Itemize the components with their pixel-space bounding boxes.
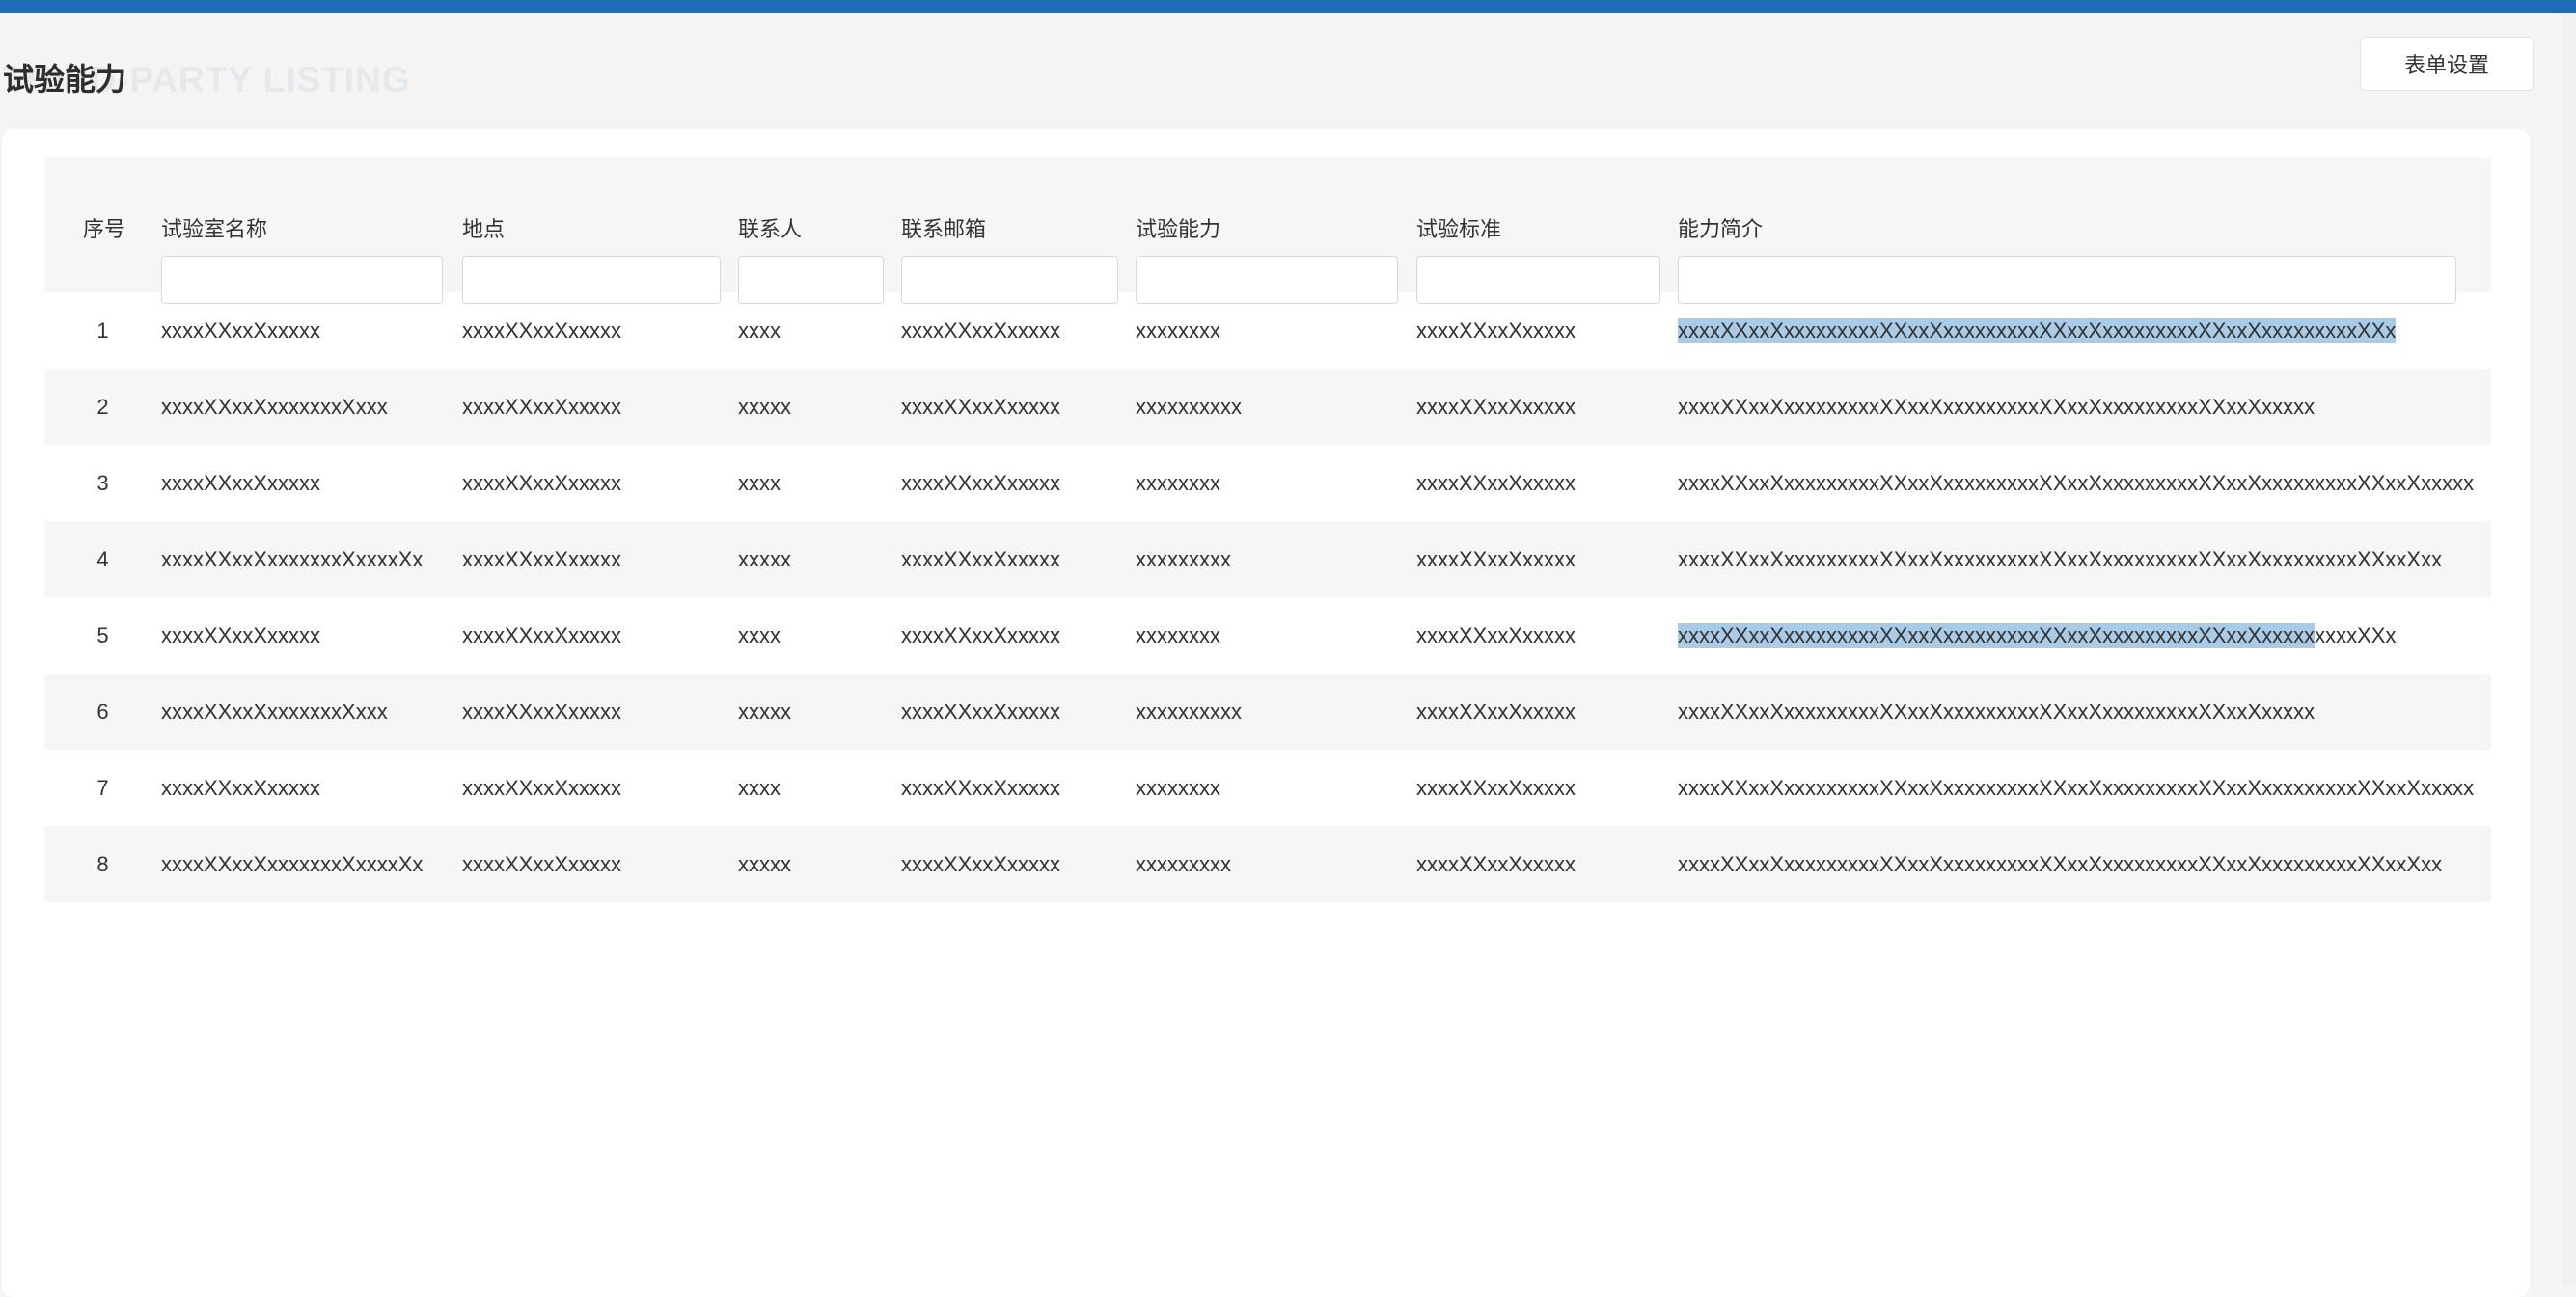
cell-intro: xxxxXXxxXxxxxxxxxxXXxxXxxxxxxxxxXXxxXxxx… bbox=[1678, 597, 2479, 674]
vertical-scrollbar[interactable] bbox=[2562, 13, 2576, 1284]
cell-capability: xxxxxxxx bbox=[1136, 776, 1220, 800]
cell-intro: xxxxXXxxXxxxxxxxxxXXxxXxxxxxxxxxXXxxXxxx… bbox=[1678, 521, 2479, 597]
cell-capability: xxxxxxxxx bbox=[1136, 547, 1231, 571]
lab-capability-table: 序号 试验室名称 地点 联系人 联系邮箱 试验能力 试验标准 能力简介 1 xxx… bbox=[44, 158, 2491, 902]
cell-contact: xxxx bbox=[738, 318, 781, 343]
header-contact: 联系人 bbox=[738, 217, 803, 241]
cell-email: xxxxXXxxXxxxxx bbox=[901, 395, 1061, 419]
cell-location: xxxxXXxxXxxxxx bbox=[462, 700, 622, 724]
cell-location: xxxxXXxxXxxxxx bbox=[462, 318, 622, 343]
cell-intro: xxxxXXxxXxxxxxxxxxXXxxXxxxxxxxxxXXxxXxxx… bbox=[1678, 369, 2479, 445]
cell-email: xxxxXXxxXxxxxx bbox=[901, 623, 1061, 648]
header-lab-name: 试验室名称 bbox=[161, 217, 268, 241]
table-card: 序号 试验室名称 地点 联系人 联系邮箱 试验能力 试验标准 能力简介 1 xxx… bbox=[2, 129, 2530, 1297]
cell-index: 7 bbox=[96, 776, 109, 800]
table-row[interactable]: 4 xxxxXXxxXxxxxxxxXxxxxXx xxxxXXxxXxxxxx xx… bbox=[44, 521, 2491, 597]
cell-standard: xxxxXXxxXxxxxx bbox=[1416, 395, 1576, 419]
cell-lab-name: xxxxXXxxXxxxxx bbox=[161, 776, 321, 800]
cell-location: xxxxXXxxXxxxxx bbox=[462, 776, 622, 800]
header-intro: 能力简介 bbox=[1678, 217, 1764, 241]
intro-selected-text: xxxxXXxxXxxxxxxxxxXXxxXxxxxxxxxxXXxxXxxx… bbox=[1678, 623, 2316, 648]
cell-intro: xxxxXXxxXxxxxxxxxxXXxxXxxxxxxxxxXXxxXxxx… bbox=[1678, 292, 2479, 369]
cell-location: xxxxXXxxXxxxxx bbox=[462, 395, 622, 419]
intro-text: xxxxXXxxXxxxxxxxxxXXxxXxxxxxxxxxXXxxXxxx… bbox=[1678, 395, 2316, 419]
cell-index: 5 bbox=[96, 623, 109, 648]
cell-location: xxxxXXxxXxxxxx bbox=[462, 547, 622, 571]
cell-lab-name: xxxxXXxxXxxxxx bbox=[161, 318, 321, 343]
cell-standard: xxxxXXxxXxxxxx bbox=[1416, 623, 1576, 648]
cell-contact: xxxx bbox=[738, 776, 781, 800]
cell-standard: xxxxXXxxXxxxxx bbox=[1416, 318, 1576, 343]
cell-standard: xxxxXXxxXxxxxx bbox=[1416, 852, 1576, 876]
cell-location: xxxxXXxxXxxxxx bbox=[462, 623, 622, 648]
cell-standard: xxxxXXxxXxxxxx bbox=[1416, 471, 1576, 495]
cell-standard: xxxxXXxxXxxxxx bbox=[1416, 547, 1576, 571]
cell-standard: xxxxXXxxXxxxxx bbox=[1416, 776, 1576, 800]
cell-contact: xxxxx bbox=[738, 852, 791, 876]
intro-text: xxxxXXxxXxxxxxxxxxXXxxXxxxxxxxxxXXxxXxxx… bbox=[1678, 852, 2443, 876]
cell-lab-name: xxxxXXxxXxxxxxxxXxxx bbox=[161, 395, 388, 419]
cell-lab-name: xxxxXXxxXxxxxx bbox=[161, 471, 321, 495]
cell-standard: xxxxXXxxXxxxxx bbox=[1416, 700, 1576, 724]
intro-text: xxxxXXx bbox=[2315, 623, 2397, 648]
table-row[interactable]: 2 xxxxXXxxXxxxxxxxXxxx xxxxXXxxXxxxxx xxxxx… bbox=[44, 369, 2491, 445]
table-row[interactable]: 7 xxxxXXxxXxxxxx xxxxXXxxXxxxxx xxxx xxxxXXx… bbox=[44, 750, 2491, 826]
cell-index: 1 bbox=[96, 318, 109, 343]
cell-index: 4 bbox=[96, 547, 109, 571]
cell-intro: xxxxXXxxXxxxxxxxxxXXxxXxxxxxxxxxXXxxXxxx… bbox=[1678, 674, 2479, 750]
header-location: 地点 bbox=[462, 217, 506, 241]
cell-contact: xxxx bbox=[738, 471, 781, 495]
cell-contact: xxxxx bbox=[738, 547, 791, 571]
intro-selected-text: xxxxXXxxXxxxxxxxxxXXxxXxxxxxxxxxXXxxXxxx… bbox=[1678, 318, 2397, 343]
cell-location: xxxxXXxxXxxxxx bbox=[462, 852, 622, 876]
cell-email: xxxxXXxxXxxxxx bbox=[901, 471, 1061, 495]
cell-capability: xxxxxxxxx bbox=[1136, 852, 1231, 876]
cell-email: xxxxXXxxXxxxxx bbox=[901, 776, 1061, 800]
cell-lab-name: xxxxXXxxXxxxxxxxXxxx bbox=[161, 700, 388, 724]
cell-index: 6 bbox=[96, 700, 109, 724]
cell-email: xxxxXXxxXxxxxx bbox=[901, 547, 1061, 571]
intro-text: xxxxXXxxXxxxxxxxxxXXxxXxxxxxxxxxXXxxXxxx… bbox=[1678, 776, 2475, 800]
cell-index: 3 bbox=[96, 471, 109, 495]
cell-lab-name: xxxxXXxxXxxxxxxxXxxxxXx bbox=[161, 852, 424, 876]
cell-email: xxxxXXxxXxxxxx bbox=[901, 852, 1061, 876]
table-row[interactable]: 8 xxxxXXxxXxxxxxxxXxxxxXx xxxxXXxxXxxxxx xx… bbox=[44, 826, 2491, 902]
cell-location: xxxxXXxxXxxxxx bbox=[462, 471, 622, 495]
cell-capability: xxxxxxxx bbox=[1136, 318, 1220, 343]
cell-capability: xxxxxxxx bbox=[1136, 471, 1220, 495]
table-row[interactable]: 6 xxxxXXxxXxxxxxxxXxxx xxxxXXxxXxxxxx xxxxx… bbox=[44, 674, 2491, 750]
cell-lab-name: xxxxXXxxXxxxxxxxXxxxxXx bbox=[161, 547, 424, 571]
intro-text: xxxxXXxxXxxxxxxxxxXXxxXxxxxxxxxxXXxxXxxx… bbox=[1678, 547, 2443, 571]
header-capability: 试验能力 bbox=[1136, 217, 1221, 241]
header-email: 联系邮箱 bbox=[901, 217, 987, 241]
page-title: 试验能力 bbox=[3, 62, 127, 97]
cell-intro: xxxxXXxxXxxxxxxxxxXXxxXxxxxxxxxxXXxxXxxx… bbox=[1678, 826, 2479, 902]
cell-contact: xxxxx bbox=[738, 700, 791, 724]
cell-email: xxxxXXxxXxxxxx bbox=[901, 318, 1061, 343]
intro-text: xxxxXXxxXxxxxxxxxxXXxxXxxxxxxxxxXXxxXxxx… bbox=[1678, 471, 2475, 495]
cell-index: 2 bbox=[96, 395, 109, 419]
table-header: 序号 试验室名称 地点 联系人 联系邮箱 试验能力 试验标准 能力简介 bbox=[44, 158, 2491, 304]
table-row[interactable]: 3 xxxxXXxxXxxxxx xxxxXXxxXxxxxx xxxx xxxxXXx… bbox=[44, 445, 2491, 521]
cell-intro: xxxxXXxxXxxxxxxxxxXXxxXxxxxxxxxxXXxxXxxx… bbox=[1678, 750, 2479, 826]
header-index: 序号 bbox=[83, 217, 126, 241]
page-header: THIRD-PARTY LISTING 试验能力 bbox=[0, 13, 2576, 128]
cell-index: 8 bbox=[96, 852, 109, 876]
cell-capability: xxxxxxxx bbox=[1136, 623, 1220, 648]
top-accent-bar bbox=[0, 0, 2576, 13]
form-settings-button[interactable]: 表单设置 bbox=[2360, 37, 2534, 91]
cell-contact: xxxx bbox=[738, 623, 781, 648]
table-row[interactable]: 1 xxxxXXxxXxxxxx xxxxXXxxXxxxxx xxxx xxxxXXx… bbox=[44, 292, 2491, 369]
cell-email: xxxxXXxxXxxxxx bbox=[901, 700, 1061, 724]
intro-text: xxxxXXxxXxxxxxxxxxXXxxXxxxxxxxxxXXxxXxxx… bbox=[1678, 700, 2316, 724]
cell-lab-name: xxxxXXxxXxxxxx bbox=[161, 623, 321, 648]
table-row[interactable]: 5 xxxxXXxxXxxxxx xxxxXXxxXxxxxx xxxx xxxxXXx… bbox=[44, 597, 2491, 674]
cell-capability: xxxxxxxxxx bbox=[1136, 700, 1242, 724]
cell-intro: xxxxXXxxXxxxxxxxxxXXxxXxxxxxxxxxXXxxXxxx… bbox=[1678, 445, 2479, 521]
cell-capability: xxxxxxxxxx bbox=[1136, 395, 1242, 419]
table-body: 1 xxxxXXxxXxxxxx xxxxXXxxXxxxxx xxxx xxxxXXx… bbox=[44, 292, 2491, 902]
cell-contact: xxxxx bbox=[738, 395, 791, 419]
header-standard: 试验标准 bbox=[1416, 217, 1502, 241]
